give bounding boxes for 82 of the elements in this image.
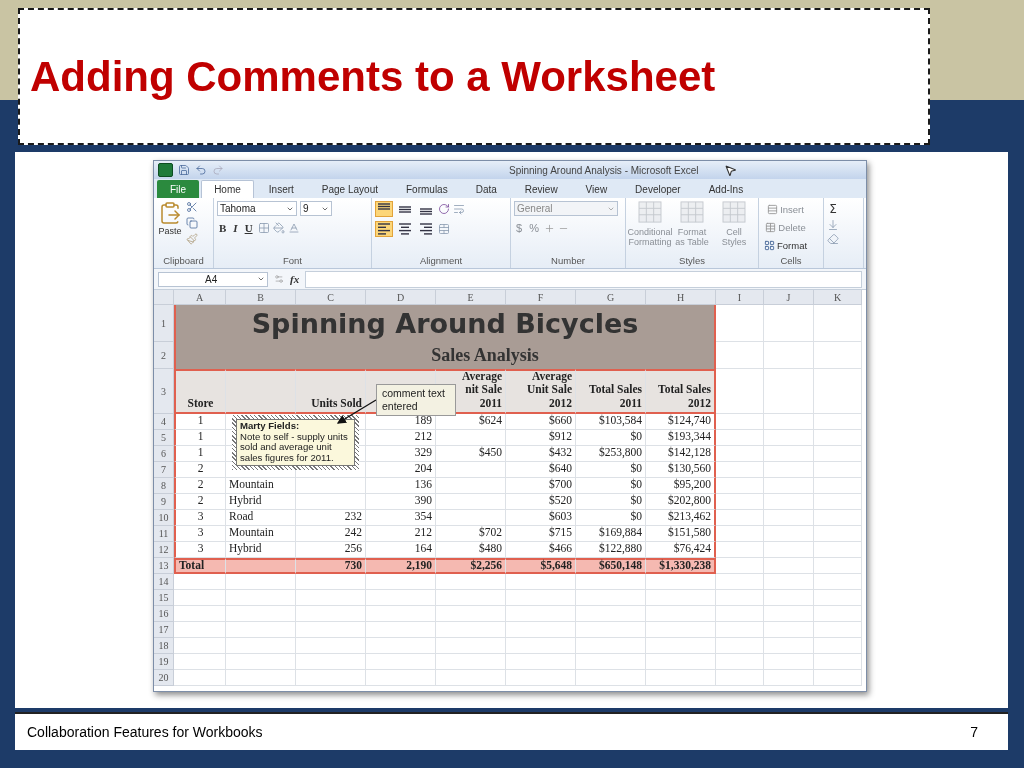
table-cell: Hybrid: [226, 542, 296, 558]
sheet-title: Spinning Around Bicycles: [174, 305, 716, 342]
table-cell: $169,884: [576, 526, 646, 542]
table-cell: 3: [174, 526, 226, 542]
group-label: Font: [282, 255, 303, 268]
window-title: Spinning Around Analysis - Microsoft Excel: [509, 164, 699, 176]
column-heading: Total Sales 2011: [576, 369, 646, 414]
comment-author: Marty Fields:: [240, 421, 301, 432]
table-cell: Hybrid: [226, 494, 296, 510]
table-cell: 136: [366, 478, 436, 494]
column-heading: Total Sales 2012: [646, 369, 716, 414]
table-cell: $142,128: [646, 446, 716, 462]
table-cell: $213,462: [646, 510, 716, 526]
table-cell: $650,148: [576, 558, 646, 574]
table-cell: $0: [576, 510, 646, 526]
table-cell: 204: [366, 462, 436, 478]
table-cell: 390: [366, 494, 436, 510]
table-cell: 232: [296, 510, 366, 526]
table-cell: $253,800: [576, 446, 646, 462]
table-cell: $122,880: [576, 542, 646, 558]
table-cell: $202,800: [646, 494, 716, 510]
table-cell: $130,560: [646, 462, 716, 478]
column-heading: Store: [174, 369, 226, 414]
table-cell: $624: [436, 414, 506, 430]
table-cell: 256: [296, 542, 366, 558]
table-cell: $715: [506, 526, 576, 542]
table-cell: $0: [576, 430, 646, 446]
table-cell: 212: [366, 526, 436, 542]
callout-tooltip: comment text entered: [376, 384, 456, 417]
table-cell: $520: [506, 494, 576, 510]
table-cell: $95,200: [646, 478, 716, 494]
table-cell: 1: [174, 414, 226, 430]
sheet-subtitle: Sales Analysis: [174, 342, 716, 369]
table-cell: 2: [174, 462, 226, 478]
table-cell: $0: [576, 478, 646, 494]
table-cell: 2,190: [366, 558, 436, 574]
slide-title: Adding Comments to a Worksheet: [30, 52, 716, 101]
footer-text: Collaboration Features for Workbooks: [27, 724, 263, 740]
group-label: Styles: [678, 255, 706, 268]
table-cell: 2: [174, 494, 226, 510]
table-cell: $0: [576, 462, 646, 478]
table-cell: 3: [174, 542, 226, 558]
table-cell: Road: [226, 510, 296, 526]
table-cell: Mountain: [226, 478, 296, 494]
column-heading: Units Sold: [296, 369, 366, 414]
column-heading: Average Unit Sale 2012: [506, 369, 576, 414]
group-label: Cells: [779, 255, 803, 268]
table-cell: $466: [506, 542, 576, 558]
table-cell: 242: [296, 526, 366, 542]
table-cell: 212: [366, 430, 436, 446]
table-cell: $5,648: [506, 558, 576, 574]
table-cell: $912: [506, 430, 576, 446]
table-cell: $2,256: [436, 558, 506, 574]
table-cell: $124,740: [646, 414, 716, 430]
table-cell: $603: [506, 510, 576, 526]
group-label: Clipboard: [162, 255, 205, 268]
table-cell: $1,330,238: [646, 558, 716, 574]
table-cell: 354: [366, 510, 436, 526]
table-cell: $432: [506, 446, 576, 462]
table-cell: 1: [174, 446, 226, 462]
table-cell: $702: [436, 526, 506, 542]
table-cell: 730: [296, 558, 366, 574]
group-label: Alignment: [418, 255, 464, 268]
table-cell: Mountain: [226, 526, 296, 542]
table-cell: $151,580: [646, 526, 716, 542]
table-cell: Total: [174, 558, 226, 574]
group-label: Number: [550, 255, 586, 268]
table-cell: $103,584: [576, 414, 646, 430]
table-cell: 2: [174, 478, 226, 494]
page-number: 7: [970, 724, 978, 740]
table-cell: $450: [436, 446, 506, 462]
table-cell: $660: [506, 414, 576, 430]
table-cell: 1: [174, 430, 226, 446]
table-cell: $0: [576, 494, 646, 510]
table-cell: $193,344: [646, 430, 716, 446]
table-cell: 329: [366, 446, 436, 462]
table-cell: $700: [506, 478, 576, 494]
table-cell: 3: [174, 510, 226, 526]
table-cell: $76,424: [646, 542, 716, 558]
table-cell: 164: [366, 542, 436, 558]
table-cell: $480: [436, 542, 506, 558]
table-cell: $640: [506, 462, 576, 478]
